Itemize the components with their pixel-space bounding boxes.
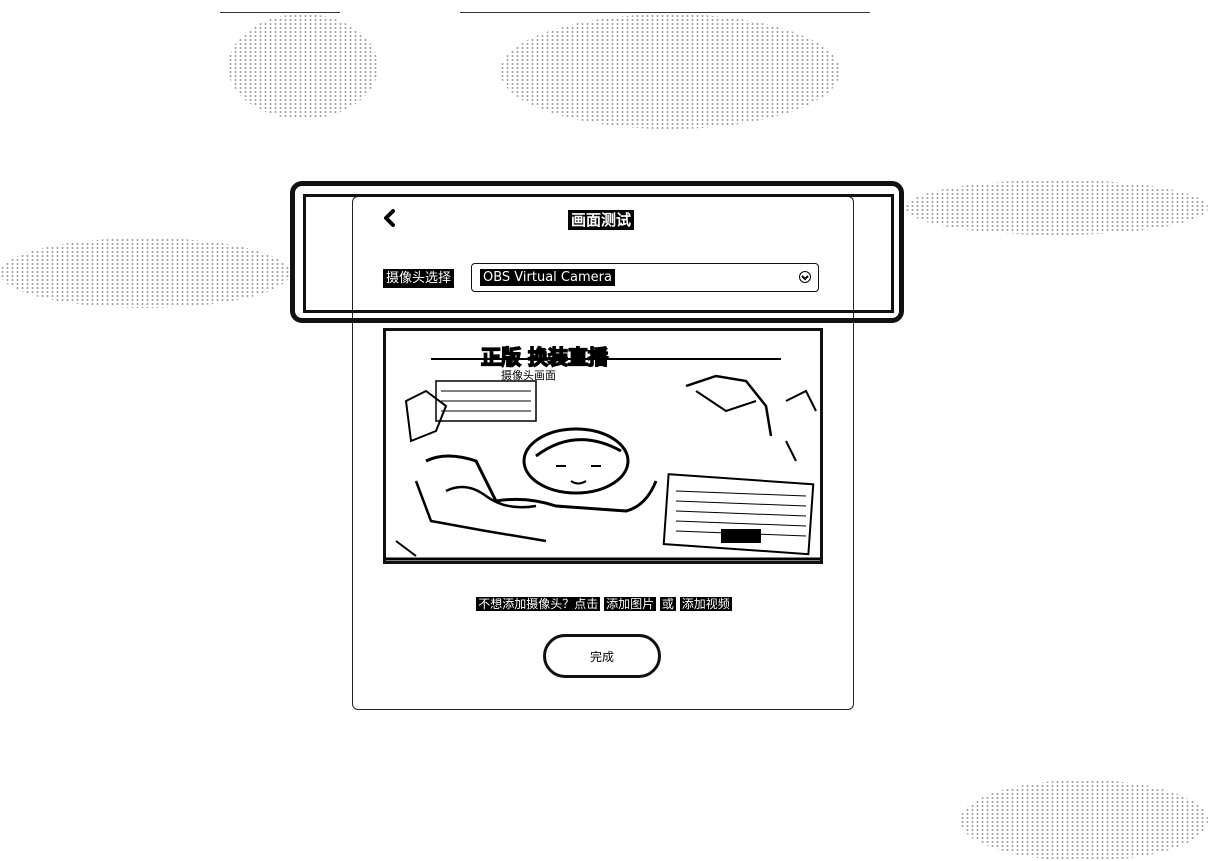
camera-preview-image: 正版 换装直播 摄像头画面 <box>386 331 820 561</box>
background-noise <box>905 180 1208 235</box>
add-media-hint: 不想添加摄像头？点击 添加图片 或 添加视频 <box>0 596 1208 612</box>
highlight-box-inner <box>303 194 894 313</box>
top-divider <box>220 12 340 13</box>
background-noise <box>960 780 1208 861</box>
add-video-link[interactable]: 添加视频 <box>679 597 732 611</box>
background-noise <box>500 14 840 129</box>
confirm-button[interactable]: 完成 <box>543 634 661 678</box>
background-noise <box>228 14 378 119</box>
hint-or: 或 <box>659 597 676 611</box>
hint-prefix: 不想添加摄像头？点击 <box>476 597 601 611</box>
preview-banner-line1: 正版 换装直播 <box>481 345 609 369</box>
preview-banner-line2: 摄像头画面 <box>501 368 556 382</box>
background-noise <box>0 238 290 308</box>
add-image-link[interactable]: 添加图片 <box>604 597 657 611</box>
camera-preview: 正版 换装直播 摄像头画面 <box>383 328 823 564</box>
top-divider <box>460 12 870 13</box>
